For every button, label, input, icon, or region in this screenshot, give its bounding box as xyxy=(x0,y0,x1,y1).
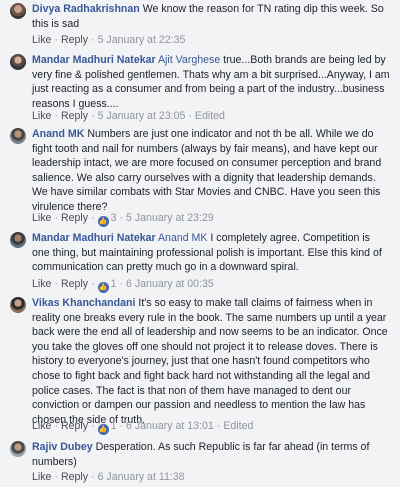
like-button[interactable]: Like xyxy=(32,420,51,432)
avatar[interactable] xyxy=(10,128,26,144)
comment-text: Numbers are just one indicator and not t… xyxy=(32,128,382,213)
comment-timestamp[interactable]: 6 January at 11:38 xyxy=(98,471,185,483)
reply-button[interactable]: Reply xyxy=(61,212,88,224)
comment-body: Anand MK Numbers are just one indicator … xyxy=(32,127,390,215)
comment-author[interactable]: Mandar Madhuri Natekar xyxy=(32,232,156,244)
comment-author[interactable]: Divya Radhakrishnan xyxy=(32,3,140,15)
comment-author[interactable]: Anand MK xyxy=(32,128,84,140)
reply-button[interactable]: Reply xyxy=(61,34,88,46)
comment-author[interactable]: Mandar Madhuri Natekar xyxy=(32,54,156,66)
separator: · xyxy=(54,420,58,432)
thumbs-up-icon: 👍 xyxy=(97,424,109,435)
avatar[interactable] xyxy=(10,232,26,248)
thumbs-up-icon: 👍 xyxy=(97,216,109,227)
like-button[interactable]: Like xyxy=(32,34,51,46)
avatar[interactable] xyxy=(10,297,26,313)
separator: · xyxy=(91,420,95,432)
comment-body: Divya Radhakrishnan We know the reason f… xyxy=(32,2,390,31)
reply-button[interactable]: Reply xyxy=(61,278,88,290)
separator: · xyxy=(91,212,95,224)
like-button[interactable]: Like xyxy=(32,110,51,122)
comment-timestamp[interactable]: 5 January at 22:35 xyxy=(98,34,186,46)
comment-timestamp[interactable]: 5 January at 23:05 xyxy=(98,110,186,122)
comment-actions: Like · Reply · 5 January at 23:05 · Edited xyxy=(32,109,225,123)
separator: · xyxy=(188,110,192,122)
separator: · xyxy=(54,278,58,290)
avatar[interactable] xyxy=(10,54,26,70)
comment-timestamp[interactable]: 6 January at 13:01 xyxy=(126,420,214,432)
comment-mention[interactable]: Ajit Varghese xyxy=(158,54,220,66)
avatar[interactable] xyxy=(10,3,26,19)
like-button[interactable]: Like xyxy=(32,471,51,483)
comment-actions: Like · Reply · 5 January at 22:35 xyxy=(32,33,185,47)
separator: · xyxy=(119,420,124,432)
edited-label[interactable]: Edited xyxy=(223,420,253,432)
reply-button[interactable]: Reply xyxy=(61,420,88,432)
edited-label[interactable]: Edited xyxy=(195,110,225,122)
comment-actions: Like · Reply · 👍 1 · 6 January at 00:35 xyxy=(32,277,214,293)
reply-button[interactable]: Reply xyxy=(61,110,88,122)
separator: · xyxy=(216,420,221,432)
comment-author[interactable]: Rajiv Dubey xyxy=(32,441,93,453)
comment-actions: Like · Reply · 👍 1 · 6 January at 13:01 · Edited xyxy=(32,419,253,435)
thumbs-up-icon: 👍 xyxy=(97,282,109,293)
comment-mention[interactable]: Anand MK xyxy=(158,232,207,244)
separator: · xyxy=(54,212,58,224)
separator: · xyxy=(54,34,58,46)
comment-body: Vikas Khanchandani It's so easy to make … xyxy=(32,296,390,427)
separator: · xyxy=(54,471,58,483)
comment-timestamp[interactable]: 6 January at 00:35 xyxy=(126,278,214,290)
reply-button[interactable]: Reply xyxy=(61,471,88,483)
separator: · xyxy=(91,34,95,46)
comment-body: Mandar Madhuri Natekar Ajit Varghese tru… xyxy=(32,53,390,111)
comment-text: It's so easy to make tall claims of fair… xyxy=(32,297,388,426)
comment-timestamp[interactable]: 5 January at 23:29 xyxy=(126,212,214,224)
likes-count[interactable]: 1 xyxy=(111,420,117,432)
separator: · xyxy=(91,110,95,122)
avatar[interactable] xyxy=(10,441,26,457)
likes-count[interactable]: 1 xyxy=(111,278,117,290)
separator: · xyxy=(119,212,124,224)
likes-count[interactable]: 3 xyxy=(111,212,117,224)
comment-actions: Like · Reply · 👍 3 · 5 January at 23:29 xyxy=(32,211,214,227)
separator: · xyxy=(54,110,58,122)
separator: · xyxy=(91,278,95,290)
comment-body: Mandar Madhuri Natekar Anand MK I comple… xyxy=(32,231,390,275)
like-button[interactable]: Like xyxy=(32,278,51,290)
comment-actions: Like · Reply · 6 January at 11:38 xyxy=(32,470,185,484)
separator: · xyxy=(119,278,124,290)
comment-author[interactable]: Vikas Khanchandani xyxy=(32,297,135,309)
like-button[interactable]: Like xyxy=(32,212,51,224)
comment-body: Rajiv Dubey Desperation. As such Republi… xyxy=(32,440,390,469)
separator: · xyxy=(91,471,95,483)
